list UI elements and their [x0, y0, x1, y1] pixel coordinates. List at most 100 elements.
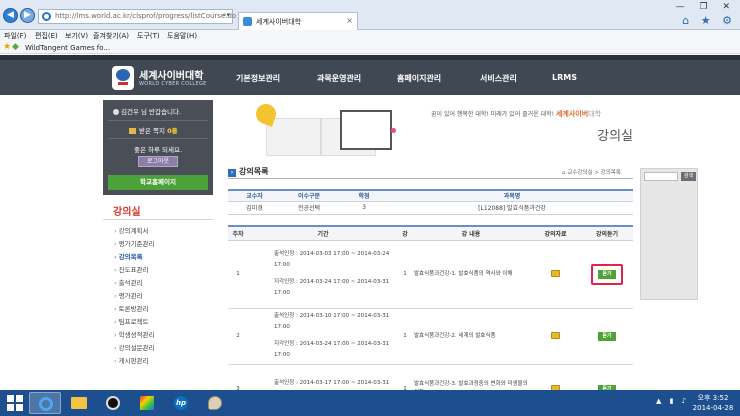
- sidebar-title: 강의실: [113, 207, 141, 218]
- lecture-period: 출석인정 : 2014-03-10 17:00 ~ 2014-03-31 17:…: [248, 308, 398, 365]
- taskbar-internet-explorer[interactable]: [29, 392, 61, 414]
- paint-palette-icon: [208, 396, 222, 410]
- taskbar-hp[interactable]: hp: [165, 392, 197, 414]
- sidebar-item-syllabus[interactable]: 강의계획서: [114, 225, 149, 235]
- week-number: 2: [228, 308, 248, 365]
- address-url[interactable]: http://lms.world.ac.kr/clsprof/progress/…: [55, 12, 236, 20]
- header-course-name: 과목명: [391, 189, 633, 202]
- sidebar-item-discussion[interactable]: 토론방관리: [114, 303, 149, 313]
- favorite-link[interactable]: WildTangent Games fo...: [25, 44, 110, 52]
- windows-logo-icon: [7, 404, 14, 411]
- table-row: 1 출석인정 : 2014-03-03 17:00 ~ 2014-03-24 1…: [228, 240, 633, 309]
- sidebar-item-course-list[interactable]: 강의목록: [114, 251, 143, 261]
- table-row: 김미경 전공선택 3 [L12088] 발효식품과건강: [228, 201, 633, 215]
- search-icon[interactable]: ⌕▾: [223, 11, 230, 20]
- menu-view[interactable]: 보기(V): [65, 31, 88, 41]
- taskbar-color-app[interactable]: [131, 392, 163, 414]
- menu-favorites[interactable]: 즐겨찾기(A): [93, 31, 129, 41]
- header-credits: 학점: [337, 189, 391, 202]
- taskbar-paint[interactable]: [199, 392, 231, 414]
- materials-cell: [530, 308, 581, 365]
- site-logo[interactable]: 세계사이버대학 WORLD CYBER COLLEGE: [112, 66, 252, 92]
- tab-close-icon[interactable]: ×: [346, 16, 353, 25]
- lecture-period: 출석인정 : 2014-03-17 17:00 ~ 2014-03-31 17:…: [248, 364, 398, 390]
- search-panel: 검색: [640, 168, 698, 300]
- windows-logo-icon: [7, 395, 14, 402]
- sidebar-item-survey[interactable]: 강의설문관리: [114, 342, 155, 352]
- header-week: 주차: [228, 225, 248, 241]
- page-title: › 강의목록: [228, 166, 268, 177]
- menu-tools[interactable]: 도구(T): [137, 31, 160, 41]
- title-arrow-icon: ›: [228, 169, 236, 177]
- taskbar-media-player[interactable]: [97, 392, 129, 414]
- media-disc-icon: [106, 396, 120, 410]
- menu-edit[interactable]: 편집(E): [35, 31, 58, 41]
- sidebar-item-progress[interactable]: 진도표관리: [114, 264, 149, 274]
- table-row: 3 출석인정 : 2014-03-17 17:00 ~ 2014-03-31 1…: [228, 364, 633, 390]
- header-lecture-content: 강 내용: [412, 225, 530, 241]
- nav-homepage-management[interactable]: 홈페이지관리: [397, 73, 441, 84]
- school-homepage-button[interactable]: 학교홈페이지: [108, 175, 208, 190]
- address-bar[interactable]: http://lms.world.ac.kr/clsprof/progress/…: [38, 9, 236, 24]
- divider: [108, 138, 208, 139]
- attendance-period: 출석인정 : 2014-03-10 17:00 ~ 2014-03-31 17:…: [274, 313, 390, 330]
- browser-toolbar: ◀ ▶ http://lms.world.ac.kr/clsprof/progr…: [0, 0, 740, 30]
- favorites-star-icon[interactable]: ★: [3, 42, 11, 52]
- lecture-title: 발효식품과건강-1. 발효식품의 역사와 이해: [412, 240, 530, 309]
- lecture-material-icon[interactable]: [551, 269, 560, 277]
- listen-button[interactable]: 듣기: [598, 331, 616, 341]
- sidebar-item-grades[interactable]: 학생성적관리: [114, 329, 155, 339]
- taskbar-file-explorer[interactable]: [63, 392, 95, 414]
- listen-cell: 듣기: [581, 308, 633, 365]
- lecture-material-icon[interactable]: [551, 331, 560, 339]
- tagline-text: 꿈이 있어 행복한 대학! 미래가 있어 즐거운 대학!: [431, 111, 555, 118]
- taskbar-clock[interactable]: 오후 3:52 2014-04-28: [690, 393, 736, 413]
- banner-title: 강의실: [597, 129, 633, 144]
- sidebar-item-evaluation[interactable]: 평가관리: [114, 290, 143, 300]
- divider: [103, 219, 213, 220]
- nav-service-management[interactable]: 서비스관리: [480, 73, 517, 84]
- add-favorite-icon[interactable]: ◆: [12, 42, 19, 52]
- nav-basic-info[interactable]: 기본정보관리: [236, 73, 280, 84]
- start-button[interactable]: [7, 395, 23, 411]
- sidebar-item-board[interactable]: 게시판관리: [114, 355, 149, 365]
- back-button[interactable]: ◀: [3, 8, 18, 23]
- nav-course-operation[interactable]: 과목운영관리: [317, 73, 361, 84]
- week-number: 3: [228, 364, 248, 390]
- browser-tab[interactable]: 세계사이버대학 ×: [238, 12, 358, 30]
- message-count[interactable]: 받은 쪽지 0통: [129, 125, 178, 135]
- search-button[interactable]: 검색: [681, 172, 696, 181]
- course-info-table: 교수자 이수구분 학점 과목명 김미경 전공선택 3 [L12088] 발효식품…: [228, 189, 633, 215]
- search-input[interactable]: [644, 172, 678, 181]
- course-category: 전공선택: [281, 201, 337, 215]
- listen-button[interactable]: 듣기: [598, 269, 616, 279]
- attendance-period: 출석인정 : 2014-03-03 17:00 ~ 2014-03-24 17:…: [274, 251, 390, 268]
- window-controls[interactable]: — ❐ ✕: [676, 2, 736, 12]
- course-credits: 3: [337, 201, 391, 215]
- page-title-text: 강의목록: [239, 167, 269, 176]
- menu-file[interactable]: 파일(F): [4, 31, 26, 41]
- menu-bar: 파일(F) 편집(E) 보기(V) 즐겨찾기(A) 도구(T) 도움말(H): [0, 30, 740, 42]
- header-materials: 강의자료: [530, 225, 581, 241]
- logo-english-name: WORLD CYBER COLLEGE: [139, 81, 207, 87]
- table-header-row: 교수자 이수구분 학점 과목명: [228, 189, 633, 202]
- college-emblem-icon: [112, 66, 134, 90]
- sidebar-item-team-project[interactable]: 팀프로젝트: [114, 316, 149, 326]
- greeting-text: 좋은 하루 되세요.: [133, 146, 183, 154]
- welcome-message: 김건우 님 반갑습니다.: [113, 106, 181, 116]
- header-period: 기간: [248, 225, 398, 241]
- lecture-room-banner: 꿈이 있어 행복한 대학! 미래가 있어 즐거운 대학! 세계사이버대학 강의실: [228, 101, 633, 160]
- sidebar-item-grading-criteria[interactable]: 평가기준관리: [114, 238, 155, 248]
- monitor-image: [340, 110, 396, 150]
- forward-button[interactable]: ▶: [20, 8, 35, 23]
- menu-help[interactable]: 도움말(H): [167, 31, 197, 41]
- system-tray-icons[interactable]: ▲ ▮ ♪: [656, 397, 689, 405]
- logout-button[interactable]: 로그아웃: [138, 156, 178, 167]
- browser-tools-icons[interactable]: ⌂ ★ ⚙: [682, 14, 736, 27]
- nav-lrms[interactable]: LRMS: [552, 73, 577, 82]
- tab-title: 세계사이버대학: [256, 18, 302, 26]
- sidebar-item-attendance[interactable]: 출석관리: [114, 277, 143, 287]
- favorites-bar: ★ ◆ WildTangent Games fo...: [0, 42, 740, 54]
- divider: [228, 178, 633, 179]
- breadcrumb: ⌂ 교수강의실 > 강의목록: [562, 170, 621, 176]
